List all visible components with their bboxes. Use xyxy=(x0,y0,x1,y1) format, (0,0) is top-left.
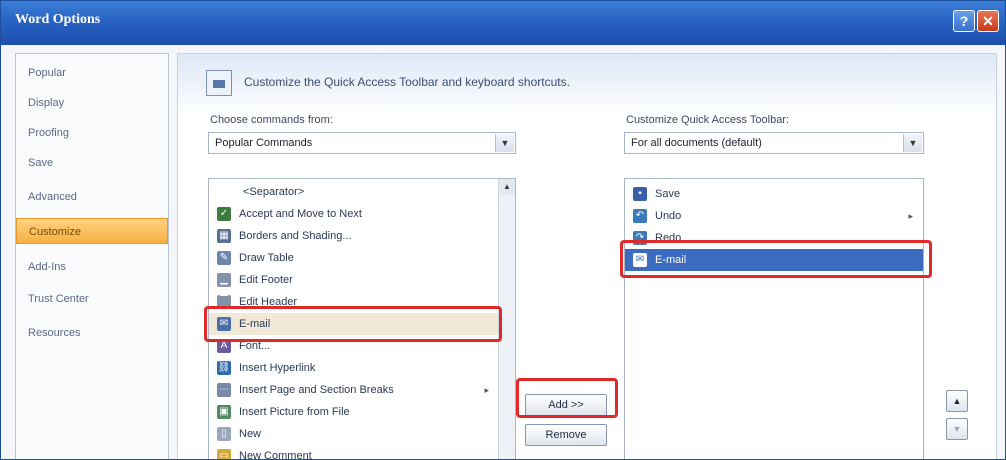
list-item-label: Insert Picture from File xyxy=(239,406,350,418)
list-item-label: Undo xyxy=(655,210,682,222)
header-band: Customize the Quick Access Toolbar and k… xyxy=(178,54,996,116)
list-item-label: Draw Table xyxy=(239,252,294,264)
list-item[interactable]: ✓ Accept and Move to Next xyxy=(209,203,499,225)
nav-item-save[interactable]: Save xyxy=(16,150,168,176)
highlight-box-toolbar xyxy=(620,240,932,278)
list-item[interactable]: ▣ Insert Picture from File xyxy=(209,401,499,423)
undo-icon: ↶ xyxy=(633,209,647,223)
list-item[interactable]: ⋯ Insert Page and Section Breaks ▸ xyxy=(209,379,499,401)
save-icon: ▪ xyxy=(633,187,647,201)
nav-item-popular[interactable]: Popular xyxy=(16,60,168,86)
list-item[interactable]: ▪ Save xyxy=(625,183,923,205)
scroll-up-icon[interactable]: ▲ xyxy=(499,179,515,195)
title-bar: Word Options ? ✕ xyxy=(1,1,1005,45)
choose-commands-label: Choose commands from: xyxy=(210,114,333,126)
list-item[interactable]: ⛓ Insert Hyperlink xyxy=(209,357,499,379)
footer-icon: ▁ xyxy=(217,273,231,287)
list-item[interactable]: ▯ New xyxy=(209,423,499,445)
toolbar-customize-icon xyxy=(206,70,232,96)
submenu-arrow-icon: ▸ xyxy=(484,385,489,395)
customize-toolbar-label: Customize Quick Access Toolbar: xyxy=(626,114,790,126)
customize-toolbar-value: For all documents (default) xyxy=(631,137,762,149)
list-item[interactable]: ▁ Edit Footer xyxy=(209,269,499,291)
list-item[interactable]: ↶ Undo ▸ xyxy=(625,205,923,227)
list-item-label: Accept and Move to Next xyxy=(239,208,362,220)
move-up-button[interactable]: ▲ xyxy=(946,390,968,412)
list-item[interactable]: ▭ New Comment xyxy=(209,445,499,460)
panel-heading: Customize the Quick Access Toolbar and k… xyxy=(244,75,570,89)
nav-item-proofing[interactable]: Proofing xyxy=(16,120,168,146)
borders-icon: ▦ xyxy=(217,229,231,243)
list-item[interactable]: ✎ Draw Table xyxy=(209,247,499,269)
nav-item-advanced[interactable]: Advanced xyxy=(16,184,168,210)
list-item[interactable]: ▦ Borders and Shading... xyxy=(209,225,499,247)
category-nav: Popular Display Proofing Save Advanced C… xyxy=(15,53,169,459)
chevron-down-icon[interactable]: ▼ xyxy=(903,134,922,152)
choose-commands-value: Popular Commands xyxy=(215,137,313,149)
draw-table-icon: ✎ xyxy=(217,251,231,265)
help-button[interactable]: ? xyxy=(953,10,975,32)
list-item-label: Insert Page and Section Breaks xyxy=(239,384,394,396)
list-item-label: New xyxy=(239,428,262,440)
list-item-label: Borders and Shading... xyxy=(239,230,352,242)
comment-icon: ▭ xyxy=(217,449,231,459)
nav-item-add-ins[interactable]: Add-Ins xyxy=(16,254,168,280)
word-options-dialog: Word Options ? ✕ Popular Display Proofin… xyxy=(0,0,1006,460)
highlight-box-commands xyxy=(204,306,502,342)
dialog-title: Word Options xyxy=(15,12,101,27)
move-down-button[interactable]: ▼ xyxy=(946,418,968,440)
close-button[interactable]: ✕ xyxy=(977,10,999,32)
list-item-label: New Comment xyxy=(239,450,312,460)
nav-item-trust-center[interactable]: Trust Center xyxy=(16,286,168,312)
chevron-down-icon[interactable]: ▼ xyxy=(495,134,514,152)
customize-toolbar-combo[interactable]: For all documents (default) ▼ xyxy=(624,132,924,154)
list-item-label: Save xyxy=(655,188,681,200)
list-item-label: <Separator> xyxy=(243,186,305,198)
list-item[interactable]: <Separator> xyxy=(209,181,499,203)
nav-item-customize[interactable]: Customize xyxy=(16,218,168,244)
list-item-label: Insert Hyperlink xyxy=(239,362,316,374)
picture-icon: ▣ xyxy=(217,405,231,419)
new-doc-icon: ▯ xyxy=(217,427,231,441)
customize-panel: Customize the Quick Access Toolbar and k… xyxy=(177,53,997,460)
accept-icon: ✓ xyxy=(217,207,231,221)
nav-item-resources[interactable]: Resources xyxy=(16,320,168,346)
highlight-box-add xyxy=(516,378,618,418)
choose-commands-combo[interactable]: Popular Commands ▼ xyxy=(208,132,516,154)
remove-button[interactable]: Remove xyxy=(525,424,607,446)
toolbar-commands-list[interactable]: ▪ Save ↶ Undo ▸ ↷ Redo ✉ E-mail xyxy=(624,178,924,459)
breaks-icon: ⋯ xyxy=(217,383,231,397)
submenu-arrow-icon: ▸ xyxy=(908,211,913,221)
hyperlink-icon: ⛓ xyxy=(217,361,231,375)
list-item-label: Edit Footer xyxy=(239,274,293,286)
nav-item-display[interactable]: Display xyxy=(16,90,168,116)
